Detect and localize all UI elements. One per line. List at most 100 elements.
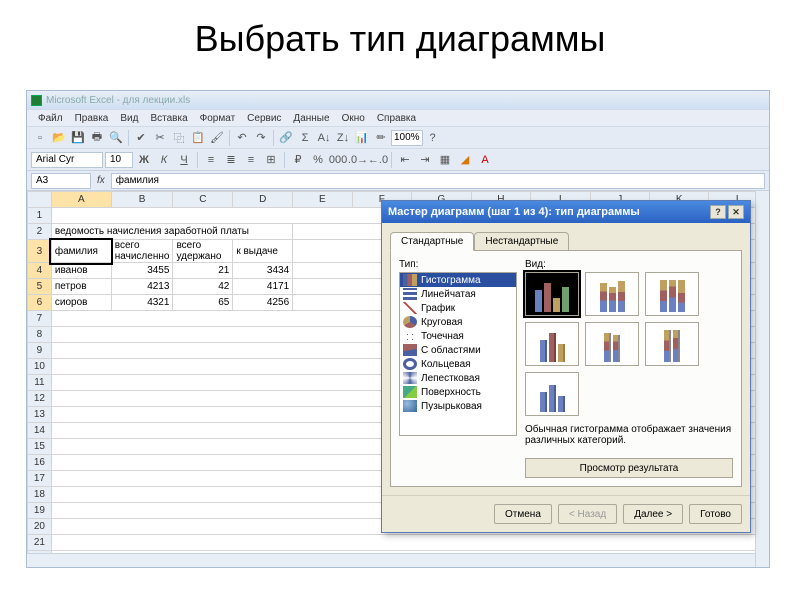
comma-icon[interactable]: 000 <box>329 151 347 169</box>
type-item-pie[interactable]: Круговая <box>400 315 516 329</box>
align-left-icon[interactable]: ≡ <box>202 151 220 169</box>
row-header[interactable]: 3 <box>28 240 52 263</box>
format-painter-icon[interactable]: 🖌 <box>208 129 226 147</box>
row-header[interactable]: 5 <box>28 279 52 295</box>
font-size-combo[interactable]: 10 <box>105 152 133 168</box>
bold-icon[interactable]: Ж <box>135 151 153 169</box>
cell[interactable]: иванов <box>51 263 111 279</box>
row-header[interactable]: 21 <box>28 535 52 551</box>
type-item-line[interactable]: График <box>400 301 516 315</box>
print-icon[interactable]: 🖶 <box>88 129 106 147</box>
autosum-icon[interactable]: Σ <box>296 129 314 147</box>
row-header[interactable]: 11 <box>28 375 52 391</box>
type-item-doughnut[interactable]: Кольцевая <box>400 357 516 371</box>
save-icon[interactable]: 💾 <box>69 129 87 147</box>
inc-indent-icon[interactable]: ⇥ <box>416 151 434 169</box>
subtype-clustered-column[interactable] <box>525 272 579 316</box>
currency-icon[interactable]: ₽ <box>289 151 307 169</box>
dialog-titlebar[interactable]: Мастер диаграмм (шаг 1 из 4): тип диагра… <box>382 201 750 223</box>
cell[interactable]: всего начисленно <box>111 240 173 263</box>
cell[interactable]: 65 <box>173 295 233 311</box>
menu-edit[interactable]: Правка <box>70 112 114 125</box>
row-header[interactable]: 15 <box>28 439 52 455</box>
merge-icon[interactable]: ⊞ <box>262 151 280 169</box>
zoom-combo[interactable]: 100% <box>391 130 423 146</box>
subtype-3d-column[interactable] <box>525 372 579 416</box>
italic-icon[interactable]: К <box>155 151 173 169</box>
subtype-3d-clustered-column[interactable] <box>525 322 579 366</box>
menu-window[interactable]: Окно <box>337 112 370 125</box>
cell[interactable]: сиоров <box>51 295 111 311</box>
row-header[interactable]: 20 <box>28 519 52 535</box>
cut-icon[interactable]: ✂ <box>151 129 169 147</box>
name-box[interactable]: A3 <box>31 173 91 189</box>
menu-insert[interactable]: Вставка <box>145 112 192 125</box>
cell[interactable]: 3434 <box>233 263 293 279</box>
row-header[interactable]: 8 <box>28 327 52 343</box>
col-header-b[interactable]: B <box>111 192 173 208</box>
cell[interactable]: всего удержано <box>173 240 233 263</box>
fx-icon[interactable]: fx <box>97 175 105 186</box>
help-icon[interactable]: ? <box>710 205 726 219</box>
cell[interactable]: 4256 <box>233 295 293 311</box>
row-header[interactable]: 10 <box>28 359 52 375</box>
select-all-corner[interactable] <box>28 192 52 208</box>
cell[interactable]: фамилия <box>51 240 111 263</box>
inc-decimal-icon[interactable]: .0→ <box>349 151 367 169</box>
chart-type-list[interactable]: Гистограмма Линейчатая График Круговая Т… <box>399 272 517 436</box>
tab-custom[interactable]: Нестандартные <box>474 232 569 251</box>
row-header[interactable]: 2 <box>28 224 52 240</box>
font-name-combo[interactable]: Arial Cyr <box>31 152 103 168</box>
row-header[interactable]: 18 <box>28 487 52 503</box>
menu-help[interactable]: Справка <box>372 112 421 125</box>
copy-icon[interactable]: ⿻ <box>170 129 188 147</box>
fill-color-icon[interactable]: ◢ <box>456 151 474 169</box>
close-icon[interactable]: ✕ <box>728 205 744 219</box>
row-header[interactable]: 14 <box>28 423 52 439</box>
cell[interactable]: 3455 <box>111 263 173 279</box>
open-icon[interactable]: 📂 <box>50 129 68 147</box>
row-header[interactable]: 13 <box>28 407 52 423</box>
hyperlink-icon[interactable]: 🔗 <box>277 129 295 147</box>
row-header[interactable]: 1 <box>28 208 52 224</box>
row-header[interactable]: 9 <box>28 343 52 359</box>
cell[interactable]: 4321 <box>111 295 173 311</box>
subtype-100-stacked-column[interactable] <box>645 272 699 316</box>
col-header-c[interactable]: C <box>173 192 233 208</box>
cell[interactable]: 4213 <box>111 279 173 295</box>
subtype-3d-stacked-column[interactable] <box>585 322 639 366</box>
next-button[interactable]: Далее > <box>623 504 683 524</box>
col-header-e[interactable]: E <box>293 192 352 208</box>
cell[interactable]: ведомость начисления заработной платы <box>51 224 292 240</box>
menu-data[interactable]: Данные <box>288 112 334 125</box>
row-header[interactable]: 6 <box>28 295 52 311</box>
print-preview-icon[interactable]: 🔍 <box>107 129 125 147</box>
drawing-icon[interactable]: ✏ <box>372 129 390 147</box>
type-item-area[interactable]: С областями <box>400 343 516 357</box>
row-header[interactable]: 7 <box>28 311 52 327</box>
borders-icon[interactable]: ▦ <box>436 151 454 169</box>
new-doc-icon[interactable]: ▫ <box>31 129 49 147</box>
row-header[interactable]: 4 <box>28 263 52 279</box>
row-header[interactable]: 17 <box>28 471 52 487</box>
subtype-3d-100-stacked-column[interactable] <box>645 322 699 366</box>
sort-desc-icon[interactable]: Z↓ <box>334 129 352 147</box>
undo-icon[interactable]: ↶ <box>233 129 251 147</box>
cell[interactable]: 4171 <box>233 279 293 295</box>
chart-wizard-icon[interactable]: 📊 <box>353 129 371 147</box>
col-header-d[interactable]: D <box>233 192 293 208</box>
row-header[interactable]: 19 <box>28 503 52 519</box>
menu-view[interactable]: Вид <box>115 112 143 125</box>
type-item-scatter[interactable]: Точечная <box>400 329 516 343</box>
dec-decimal-icon[interactable]: ←.0 <box>369 151 387 169</box>
redo-icon[interactable]: ↷ <box>252 129 270 147</box>
cell[interactable]: 21 <box>173 263 233 279</box>
tab-standard[interactable]: Стандартные <box>390 232 474 251</box>
col-header-a[interactable]: A <box>51 192 111 208</box>
cell[interactable]: к выдаче <box>233 240 293 263</box>
font-color-icon[interactable]: A <box>476 151 494 169</box>
cancel-button[interactable]: Отмена <box>494 504 552 524</box>
type-item-radar[interactable]: Лепестковая <box>400 371 516 385</box>
dec-indent-icon[interactable]: ⇤ <box>396 151 414 169</box>
type-item-surface[interactable]: Поверхность <box>400 385 516 399</box>
